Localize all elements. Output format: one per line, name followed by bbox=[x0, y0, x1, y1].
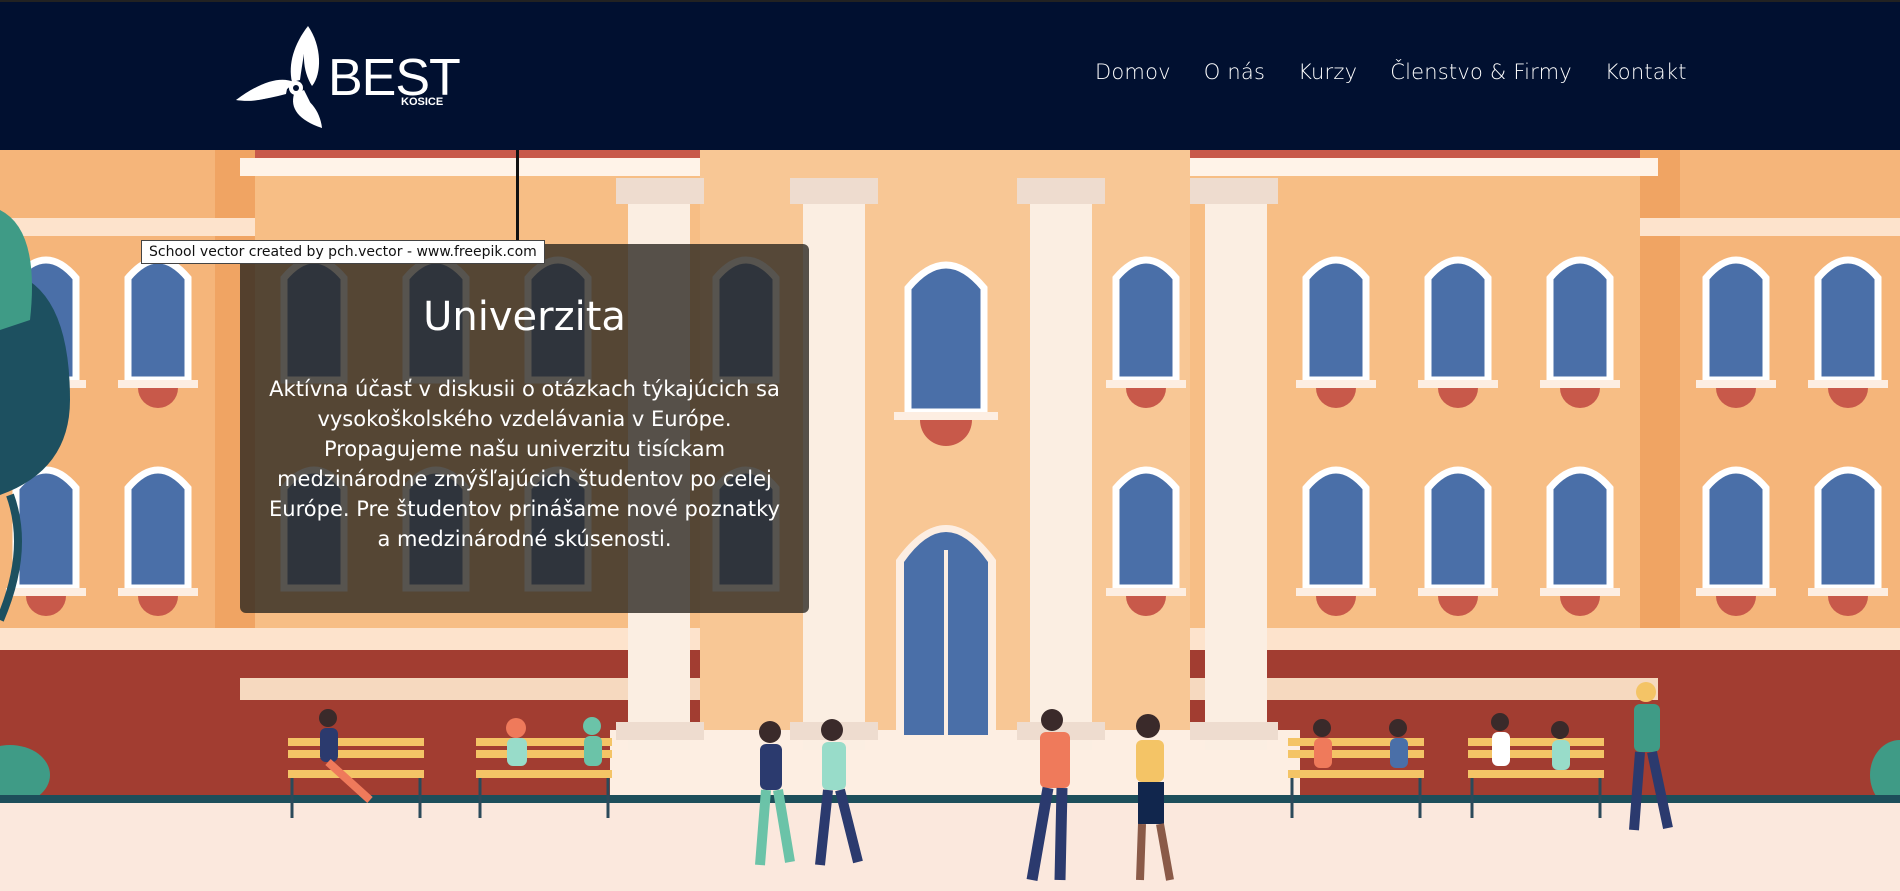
image-credit[interactable]: School vector created by pch.vector - ww… bbox=[141, 240, 545, 264]
credit-pointer-line bbox=[516, 150, 519, 240]
hero-title: Univerzita bbox=[423, 294, 626, 340]
nav-kurzy[interactable]: Kurzy bbox=[1298, 60, 1357, 84]
site-header: BEST KOSICE Domov O nás Kurzy Členstvo &… bbox=[0, 2, 1900, 150]
nav-domov[interactable]: Domov bbox=[1095, 60, 1171, 84]
hero-description: Aktívna účasť v diskusii o otázkach týka… bbox=[269, 377, 780, 551]
main-nav: Domov O nás Kurzy Členstvo & Firmy Konta… bbox=[1095, 60, 1687, 84]
nav-kontakt[interactable]: Kontakt bbox=[1605, 60, 1687, 84]
triskelion-logo-icon bbox=[236, 26, 322, 128]
nav-o-nas[interactable]: O nás bbox=[1204, 60, 1265, 84]
best-logo[interactable]: BEST KOSICE bbox=[236, 24, 461, 132]
nav-clenstvo-firmy[interactable]: Členstvo & Firmy bbox=[1390, 60, 1572, 84]
logo-city: KOSICE bbox=[401, 96, 444, 108]
hero-card: Univerzita Aktívna účasť v diskusii o ot… bbox=[240, 244, 809, 613]
